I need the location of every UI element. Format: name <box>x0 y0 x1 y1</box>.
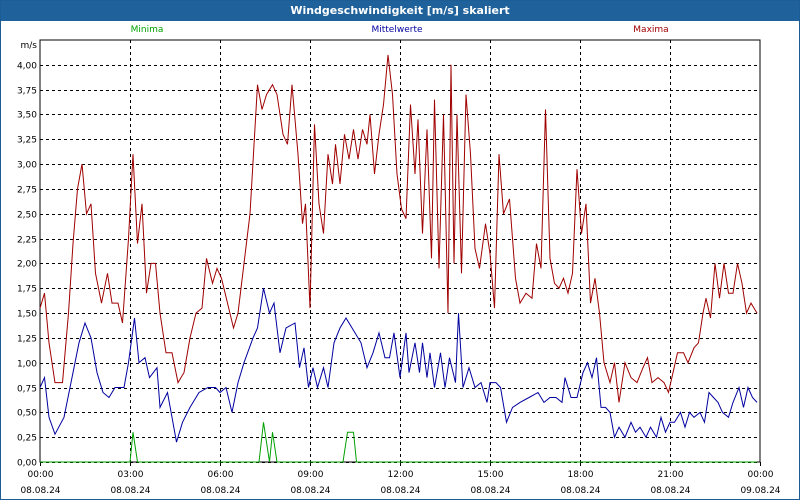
x-tick-time: 09:00 <box>298 470 324 480</box>
y-tick-label: 3,00 <box>17 161 37 171</box>
y-tick-label: 2,00 <box>17 260 37 270</box>
y-tick-label: 1,75 <box>17 285 37 295</box>
x-tick-time: 15:00 <box>478 470 504 480</box>
x-tick-date: 08.08.24 <box>560 486 600 496</box>
y-tick-label: 0,25 <box>17 434 37 444</box>
x-tick-date: 08.08.24 <box>470 486 510 496</box>
y-tick-label: 2,50 <box>17 211 37 221</box>
x-tick-time: 00:00 <box>28 470 54 480</box>
x-tick-time: 00:00 <box>748 470 774 480</box>
y-tick-label: 0,50 <box>17 409 37 419</box>
x-tick-date: 08.08.24 <box>380 486 420 496</box>
x-tick-date: 08.08.24 <box>200 486 240 496</box>
x-tick-date: 08.08.24 <box>110 486 150 496</box>
legend-minima: Minima <box>131 25 164 35</box>
legend-maxima: Maxima <box>633 25 668 35</box>
y-tick-label: 3,75 <box>17 87 37 97</box>
x-tick-date: 08.08.24 <box>650 486 690 496</box>
series-line-mittelwerte <box>39 288 758 443</box>
y-tick-label: 0,75 <box>17 385 37 395</box>
chart: 0,00 0,25 0,50 0,75 1,00 1,25 1,50 1,75 2,00 2,25… <box>17 25 781 496</box>
y-tick-label: 4,00 <box>17 62 37 72</box>
grid <box>40 40 760 463</box>
legend: Minima Mittelwerte Maxima <box>131 25 669 35</box>
x-tick-date: 08.08.24 <box>20 486 60 496</box>
y-tick-label: 1,25 <box>17 335 37 345</box>
y-tick-label: 1,00 <box>17 360 37 370</box>
y-tick-label: 0,00 <box>17 459 37 469</box>
y-tick-label: 2,25 <box>17 236 37 246</box>
x-tick-time: 03:00 <box>118 470 144 480</box>
series-lines <box>39 54 758 463</box>
axes: 0,00 0,25 0,50 0,75 1,00 1,25 1,50 1,75 2,00 2,25… <box>17 39 781 496</box>
series-line-minima <box>40 422 757 463</box>
x-tick-time: 12:00 <box>388 470 414 480</box>
y-tick-label: 3,50 <box>17 111 37 121</box>
y-tick-label: 3,25 <box>17 136 37 146</box>
y-axis-label: m/s <box>21 41 38 51</box>
y-tick-label: 1,50 <box>17 310 37 320</box>
x-tick-date: 08.08.24 <box>290 486 330 496</box>
legend-mittelwerte: Mittelwerte <box>371 25 422 35</box>
y-tick-label: 2,75 <box>17 186 37 196</box>
series-line-maxima <box>39 54 758 403</box>
x-tick-time: 18:00 <box>568 470 594 480</box>
x-tick-time: 21:00 <box>658 470 684 480</box>
x-tick-date: 09.08.24 <box>740 486 780 496</box>
x-tick-time: 06:00 <box>208 470 234 480</box>
